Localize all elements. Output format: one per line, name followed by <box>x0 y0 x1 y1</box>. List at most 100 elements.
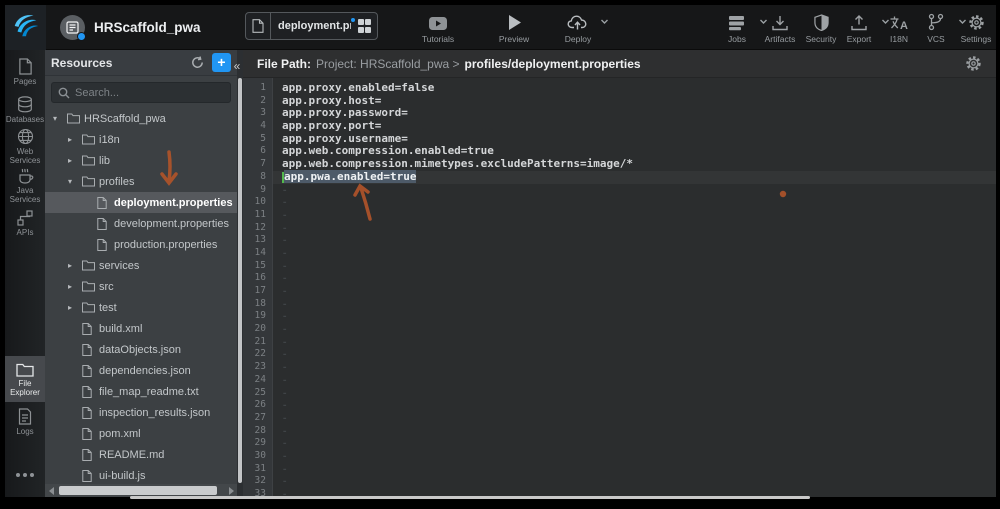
scrollbar-thumb[interactable] <box>59 486 217 495</box>
code-line-12[interactable]: 12 <box>243 222 996 235</box>
tree-item-README.md[interactable]: README.md <box>45 444 237 465</box>
tree-item-inspection_results.json[interactable]: inspection_results.json <box>45 402 237 423</box>
add-resource-button[interactable]: + <box>212 53 231 72</box>
sidebar-item-java-services[interactable]: Java Services <box>5 168 45 204</box>
code-line-7[interactable]: 7app.web.compression.mimetypes.excludePa… <box>243 158 996 171</box>
scroll-left-arrow[interactable] <box>45 484 57 497</box>
tree-item-label: dataObjects.json <box>99 344 181 356</box>
resources-panel: Resources + ▾HRScaffold_pwa▸i18n▸lib▾pro… <box>45 50 237 497</box>
tutorials-button[interactable]: Tutorials <box>415 12 461 44</box>
caret-collapsed-icon[interactable]: ▸ <box>68 303 82 312</box>
sidebar-item-more[interactable] <box>5 470 45 479</box>
preview-button[interactable]: Preview <box>491 12 537 44</box>
line-content <box>273 247 996 260</box>
caret-collapsed-icon[interactable]: ▸ <box>68 156 82 165</box>
tree-item-dependencies.json[interactable]: dependencies.json <box>45 360 237 381</box>
code-line-21[interactable]: 21 <box>243 336 996 349</box>
code-line-29[interactable]: 29 <box>243 437 996 450</box>
code-line-24[interactable]: 24 <box>243 374 996 387</box>
tree-item-ui-build.js[interactable]: ui-build.js <box>45 465 237 484</box>
gear-icon <box>953 12 996 31</box>
tree-item-src[interactable]: ▸src <box>45 276 237 297</box>
caret-expanded-icon[interactable]: ▾ <box>68 177 82 186</box>
open-file-tab[interactable]: deployment.propert... <box>245 12 378 40</box>
code-line-32[interactable]: 32 <box>243 475 996 488</box>
window-bottom-scrollbar[interactable] <box>130 496 810 499</box>
deploy-button[interactable]: Deploy <box>555 12 601 44</box>
tree-item-i18n[interactable]: ▸i18n <box>45 129 237 150</box>
sidebar-item-pages[interactable]: Pages <box>5 58 45 86</box>
code-line-18[interactable]: 18 <box>243 298 996 311</box>
jobs-button[interactable]: Jobs <box>714 12 760 44</box>
search-input[interactable] <box>75 87 215 99</box>
line-content <box>273 184 996 197</box>
unsaved-dot <box>351 18 355 22</box>
code-line-26[interactable]: 26 <box>243 399 996 412</box>
tree-item-file_map_readme.txt[interactable]: file_map_readme.txt <box>45 381 237 402</box>
code-line-28[interactable]: 28 <box>243 425 996 438</box>
sidebar-item-logs[interactable]: Logs <box>5 408 45 436</box>
artifacts-button[interactable]: Artifacts <box>757 12 803 44</box>
tree-item-dataObjects.json[interactable]: dataObjects.json <box>45 339 237 360</box>
caret-collapsed-icon[interactable]: ▸ <box>68 261 82 270</box>
code-editor[interactable]: 1app.proxy.enabled=false2app.proxy.host=… <box>243 78 996 497</box>
file-icon <box>82 449 92 461</box>
code-line-30[interactable]: 30 <box>243 450 996 463</box>
settings-button[interactable]: Settings <box>953 12 996 44</box>
code-line-23[interactable]: 23 <box>243 361 996 374</box>
code-line-22[interactable]: 22 <box>243 348 996 361</box>
file-icon <box>97 239 107 251</box>
wave-logo-icon <box>11 10 41 45</box>
line-content <box>273 272 996 285</box>
tree-item-development.properties[interactable]: development.properties <box>45 213 237 234</box>
wavemaker-logo[interactable] <box>5 5 46 50</box>
caret-expanded-icon[interactable]: ▾ <box>53 114 67 123</box>
code-line-27[interactable]: 27 <box>243 412 996 425</box>
code-line-11[interactable]: 11 <box>243 209 996 222</box>
code-line-14[interactable]: 14 <box>243 247 996 260</box>
sidebar-item-databases[interactable]: Databases <box>5 96 45 124</box>
code-line-10[interactable]: 10 <box>243 196 996 209</box>
caret-collapsed-icon[interactable]: ▸ <box>68 135 82 144</box>
scrollbar-thumb[interactable] <box>238 78 242 483</box>
tree-item-lib[interactable]: ▸lib <box>45 150 237 171</box>
tree-item-HRScaffold_pwa[interactable]: ▾HRScaffold_pwa <box>45 108 237 129</box>
line-number: 12 <box>243 222 273 235</box>
search-box[interactable] <box>51 82 231 103</box>
line-content <box>273 260 996 273</box>
tree-item-build.xml[interactable]: build.xml <box>45 318 237 339</box>
code-line-19[interactable]: 19 <box>243 310 996 323</box>
refresh-button[interactable] <box>191 56 204 69</box>
caret-collapsed-icon[interactable]: ▸ <box>68 282 82 291</box>
grid-icon[interactable] <box>358 19 372 33</box>
sidebar-item-web-services[interactable]: Web Services <box>5 128 45 165</box>
code-line-15[interactable]: 15 <box>243 260 996 273</box>
code-line-20[interactable]: 20 <box>243 323 996 336</box>
tree-item-deployment.properties[interactable]: deployment.properties <box>45 192 237 213</box>
sidebar-item-file-explorer[interactable]: File Explorer <box>5 356 45 402</box>
sidebar-item-apis[interactable]: APIs <box>5 210 45 237</box>
code-line-17[interactable]: 17 <box>243 285 996 298</box>
code-line-25[interactable]: 25 <box>243 387 996 400</box>
tree-item-production.properties[interactable]: production.properties <box>45 234 237 255</box>
code-line-16[interactable]: 16 <box>243 272 996 285</box>
editor-settings-button[interactable] <box>965 55 982 72</box>
code-line-1[interactable]: 1app.proxy.enabled=false <box>243 82 996 95</box>
code-line-4[interactable]: 4app.proxy.port= <box>243 120 996 133</box>
code-line-31[interactable]: 31 <box>243 463 996 476</box>
line-content <box>273 234 996 247</box>
tree-item-profiles[interactable]: ▾profiles <box>45 171 237 192</box>
line-content <box>273 399 996 412</box>
collapse-panel-button[interactable]: « <box>230 58 244 74</box>
code-line-13[interactable]: 13 <box>243 234 996 247</box>
code-lines: 1app.proxy.enabled=false2app.proxy.host=… <box>243 82 996 497</box>
code-line-8[interactable]: 8app.pwa.enabled=true <box>243 171 996 184</box>
tree-item-services[interactable]: ▸services <box>45 255 237 276</box>
tree-item-test[interactable]: ▸test <box>45 297 237 318</box>
code-line-9[interactable]: 9 <box>243 184 996 197</box>
resources-header: Resources + <box>45 50 237 76</box>
file-icon <box>97 197 107 209</box>
project-switcher[interactable]: HRScaffold_pwa <box>60 5 201 50</box>
tree-item-pom.xml[interactable]: pom.xml <box>45 423 237 444</box>
download-icon <box>757 12 803 31</box>
